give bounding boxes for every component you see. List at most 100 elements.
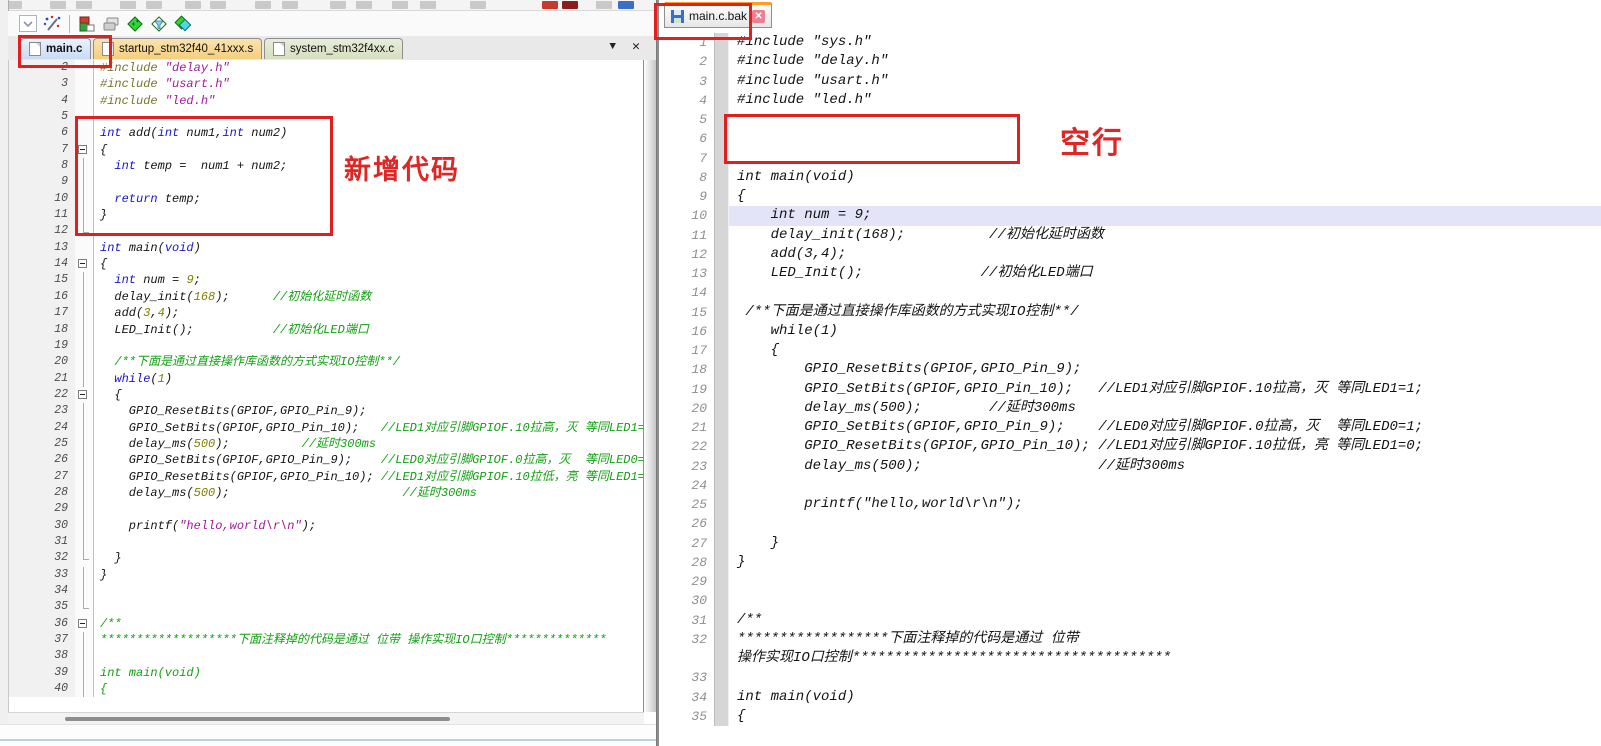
code-line-10[interactable]: 10 int num = 9; [661, 206, 1601, 225]
document-icon [273, 42, 285, 56]
line-number: 35 [9, 599, 75, 615]
code-segment: /**下面是通过直接操作库函数的方式实现IO控制**/ [737, 304, 1079, 320]
code-line-4[interactable]: 4#include "led.h" [9, 93, 645, 109]
fold-collapse-icon[interactable] [75, 256, 94, 272]
code-line-29[interactable]: 29 [9, 501, 645, 517]
code-line-20[interactable]: 20 delay_ms(500); //延时300ms [661, 399, 1601, 418]
code-line-33[interactable]: 33 [661, 668, 1601, 687]
close-icon[interactable]: ✕ [752, 10, 765, 23]
code-line-23[interactable]: 23 delay_ms(500); //延时300ms [661, 457, 1601, 476]
diamond-pair-icon[interactable] [173, 14, 193, 34]
vertical-scrollbar[interactable] [643, 60, 656, 712]
code-line-3[interactable]: 3#include "usart.h" [9, 76, 645, 92]
code-line-4[interactable]: 4#include "led.h" [661, 91, 1601, 110]
code-line-28[interactable]: 28} [661, 553, 1601, 572]
code-line-26[interactable]: 26 GPIO_SetBits(GPIOF,GPIO_Pin_9); //LED… [9, 452, 645, 468]
code-line-13[interactable]: 13int main(void) [9, 240, 645, 256]
code-line-16[interactable]: 16 while(1) [661, 322, 1601, 341]
code-line-38[interactable]: 38 [9, 648, 645, 664]
code-line-35[interactable]: 35 [9, 599, 645, 615]
code-line-22[interactable]: 22 { [9, 387, 645, 403]
code-line-19[interactable]: 19 [9, 338, 645, 354]
code-line-1[interactable]: 1#include "sys.h" [661, 33, 1601, 52]
code-line-12[interactable]: 12 add(3,4); [661, 245, 1601, 264]
code-line-24[interactable]: 24 GPIO_SetBits(GPIOF,GPIO_Pin_10); //LE… [9, 420, 645, 436]
component-cubes-icon[interactable] [77, 14, 97, 34]
code-line-2[interactable]: 2#include "delay.h" [661, 52, 1601, 71]
bookmark-margin [714, 399, 729, 418]
code-line-31[interactable]: 31 [9, 534, 645, 550]
code-line-15[interactable]: 15 /**下面是通过直接操作库函数的方式实现IO控制**/ [661, 303, 1601, 322]
tab-system-stm32f4xx-c[interactable]: system_stm32f4xx.c [264, 38, 403, 59]
code-segment: { [737, 342, 779, 358]
code-segment: printf( [100, 519, 179, 533]
code-line-31[interactable]: 31/** [661, 611, 1601, 630]
code-line-37[interactable]: 37*******************下面注释掉的代码是通过 位带 操作实现… [9, 632, 645, 648]
code-line-23[interactable]: 23 GPIO_ResetBits(GPIOF,GPIO_Pin_9); [9, 403, 645, 419]
code-text [94, 534, 645, 550]
tab-list-dropdown-icon[interactable]: ▼ [609, 41, 616, 53]
code-line-40[interactable]: 40{ [9, 681, 645, 697]
code-line-3[interactable]: 3#include "usart.h" [661, 72, 1601, 91]
code-line-32[interactable]: 32******************下面注释掉的代码是通过 位带 [661, 630, 1601, 649]
code-line-14[interactable]: 14{ [9, 256, 645, 272]
code-segment: 1 [158, 372, 165, 386]
tab-label: startup_stm32f40_41xxx.s [119, 43, 253, 55]
code-line-21[interactable]: 21 GPIO_SetBits(GPIOF,GPIO_Pin_9); //LED… [661, 418, 1601, 437]
code-line-25[interactable]: 25 delay_ms(500); //延时300ms [9, 436, 645, 452]
code-line-33[interactable]: 33} [9, 567, 645, 583]
diamond-plus-icon[interactable] [125, 14, 145, 34]
code-line-16[interactable]: 16 delay_init(168); //初始化延时函数 [9, 289, 645, 305]
code-line-35[interactable]: 35{ [661, 707, 1601, 726]
code-segment: , [150, 306, 157, 320]
code-line-22[interactable]: 22 GPIO_ResetBits(GPIOF,GPIO_Pin_10); //… [661, 437, 1601, 456]
code-segment: #include "led.h" [737, 92, 871, 108]
clipped-icon [356, 1, 372, 9]
code-line-wrap[interactable]: 操作实现IO口控制*******************************… [661, 649, 1601, 668]
code-line-24[interactable]: 24 [661, 476, 1601, 495]
code-segment: ); [302, 519, 316, 533]
fold-collapse-icon[interactable] [75, 387, 94, 403]
code-line-27[interactable]: 27 } [661, 534, 1601, 553]
horizontal-scrollbar-thumb[interactable] [65, 717, 450, 721]
code-line-17[interactable]: 17 { [661, 341, 1601, 360]
code-line-20[interactable]: 20 /**下面是通过直接操作库函数的方式实现IO控制**/ [9, 354, 645, 370]
code-line-32[interactable]: 32 } [9, 550, 645, 566]
code-line-30[interactable]: 30 printf("hello,world\r\n"); [9, 518, 645, 534]
code-line-11[interactable]: 11 delay_init(168); //初始化延时函数 [661, 226, 1601, 245]
code-line-30[interactable]: 30 [661, 591, 1601, 610]
code-line-9[interactable]: 9{ [661, 187, 1601, 206]
tab-startup-stm32f40-41xxx-s[interactable]: startup_stm32f40_41xxx.s [93, 38, 262, 59]
code-line-29[interactable]: 29 [661, 572, 1601, 591]
code-line-28[interactable]: 28 delay_ms(500); //延时300ms [9, 485, 645, 501]
code-line-18[interactable]: 18 GPIO_ResetBits(GPIOF,GPIO_Pin_9); [661, 360, 1601, 379]
code-text: delay_ms(500); //延时300ms [729, 399, 1601, 418]
code-line-21[interactable]: 21 while(1) [9, 371, 645, 387]
code-line-18[interactable]: 18 LED_Init(); //初始化LED端口 [9, 322, 645, 338]
code-line-27[interactable]: 27 GPIO_ResetBits(GPIOF,GPIO_Pin_10); //… [9, 469, 645, 485]
code-line-25[interactable]: 25 printf("hello,world\r\n"); [661, 495, 1601, 514]
code-line-36[interactable]: 36/** [9, 616, 645, 632]
filter-funnel-icon[interactable] [149, 14, 169, 34]
code-line-39[interactable]: 39int main(void) [9, 665, 645, 681]
code-line-8[interactable]: 8int main(void) [661, 168, 1601, 187]
line-number: 11 [9, 207, 75, 223]
code-line-14[interactable]: 14 [661, 283, 1601, 302]
dropdown-combo-icon[interactable] [18, 14, 38, 34]
code-line-26[interactable]: 26 [661, 514, 1601, 533]
tab-close-icon[interactable]: ✕ [632, 39, 640, 54]
code-text: } [729, 553, 1601, 572]
line-number: 30 [9, 518, 75, 534]
windows-stack-icon[interactable] [101, 14, 121, 34]
line-number: 19 [9, 338, 75, 354]
code-line-13[interactable]: 13 LED_Init(); //初始化LED端口 [661, 264, 1601, 283]
fold-collapse-icon[interactable] [75, 616, 94, 632]
code-line-19[interactable]: 19 GPIO_SetBits(GPIOF,GPIO_Pin_10); //LE… [661, 380, 1601, 399]
wizard-wand-icon[interactable] [42, 14, 62, 34]
code-line-17[interactable]: 17 add(3,4); [9, 305, 645, 321]
code-line-15[interactable]: 15 int num = 9; [9, 272, 645, 288]
line-number: 3 [9, 76, 75, 92]
code-line-34[interactable]: 34int main(void) [661, 688, 1601, 707]
code-line-34[interactable]: 34 [9, 583, 645, 599]
fold-margin [75, 403, 94, 419]
